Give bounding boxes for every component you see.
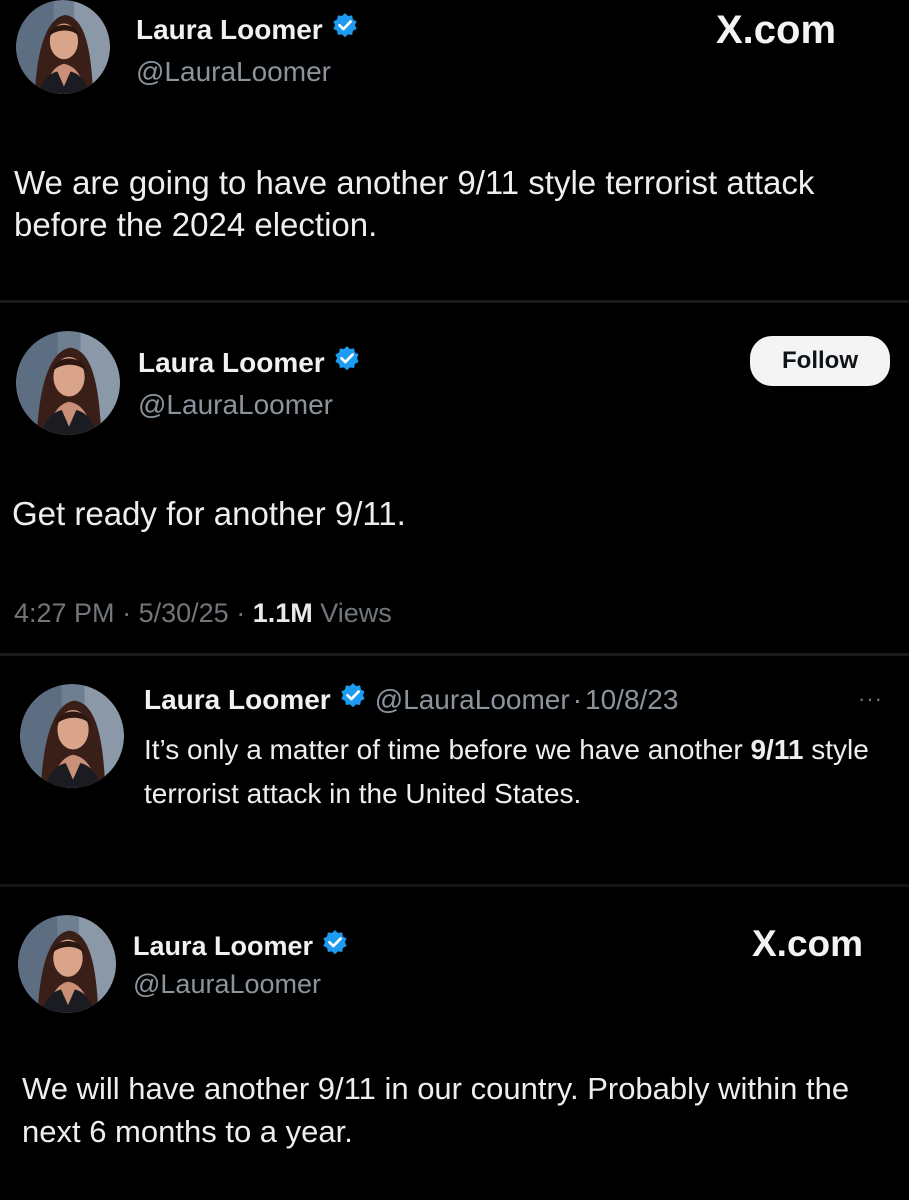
tweet-card-3: Laura Loomer @LauraLoomer · 10/8/23 ··· …	[0, 656, 909, 884]
highlighted-term: 9/11	[750, 734, 804, 765]
avatar[interactable]	[16, 331, 120, 435]
views-count: 1.1M	[252, 598, 313, 628]
author-name-label: Laura Loomer	[136, 13, 323, 45]
author-handle[interactable]: @LauraLoomer	[133, 969, 321, 1000]
author-name-label: Laura Loomer	[144, 683, 331, 715]
x-com-logo: X.com	[752, 923, 864, 964]
tweet-text: We will have another 9/11 in our country…	[22, 1071, 850, 1150]
verified-badge-icon	[321, 928, 349, 964]
verified-badge-icon	[333, 344, 361, 380]
tweet-date[interactable]: 10/8/23	[585, 684, 678, 716]
tweet-meta: 4:27 PM · 5/30/25 · 1.1M Views	[14, 598, 392, 628]
tweet-card-4: Laura Loomer @LauraLoomer X.com We will …	[0, 887, 909, 1200]
author-name-label: Laura Loomer	[133, 931, 314, 961]
tweet-date[interactable]: 5/30/25	[139, 598, 229, 628]
author-name[interactable]: Laura Loomer	[136, 11, 359, 47]
tweet-time[interactable]: 4:27 PM	[14, 598, 115, 628]
author-name[interactable]: Laura Loomer	[138, 344, 361, 380]
avatar[interactable]	[20, 684, 124, 788]
views-label: Views	[320, 598, 392, 628]
author-handle[interactable]: @LauraLoomer	[375, 684, 570, 716]
author-name-label: Laura Loomer	[138, 346, 325, 378]
tweet-card-1: Laura Loomer @LauraLoomer X.com We are g…	[0, 0, 909, 300]
avatar[interactable]	[18, 915, 116, 1013]
tweet-text: We are going to have another 9/11 style …	[14, 164, 815, 243]
tweet-text: It’s only a matter of time before we hav…	[144, 734, 869, 810]
author-name[interactable]: Laura Loomer @LauraLoomer · 10/8/23	[144, 681, 678, 717]
more-options-icon[interactable]: ···	[858, 686, 883, 712]
x-com-logo: X.com	[716, 8, 837, 52]
author-name[interactable]: Laura Loomer	[133, 928, 349, 964]
author-handle[interactable]: @LauraLoomer	[136, 56, 331, 88]
tweet-text: Get ready for another 9/11.	[12, 495, 406, 532]
avatar[interactable]	[16, 0, 110, 94]
author-handle[interactable]: @LauraLoomer	[138, 389, 333, 421]
follow-button[interactable]: Follow	[750, 336, 890, 386]
verified-badge-icon	[331, 11, 359, 47]
tweet-card-2: Laura Loomer @LauraLoomer Follow Get rea…	[0, 303, 909, 653]
verified-badge-icon	[339, 681, 367, 717]
